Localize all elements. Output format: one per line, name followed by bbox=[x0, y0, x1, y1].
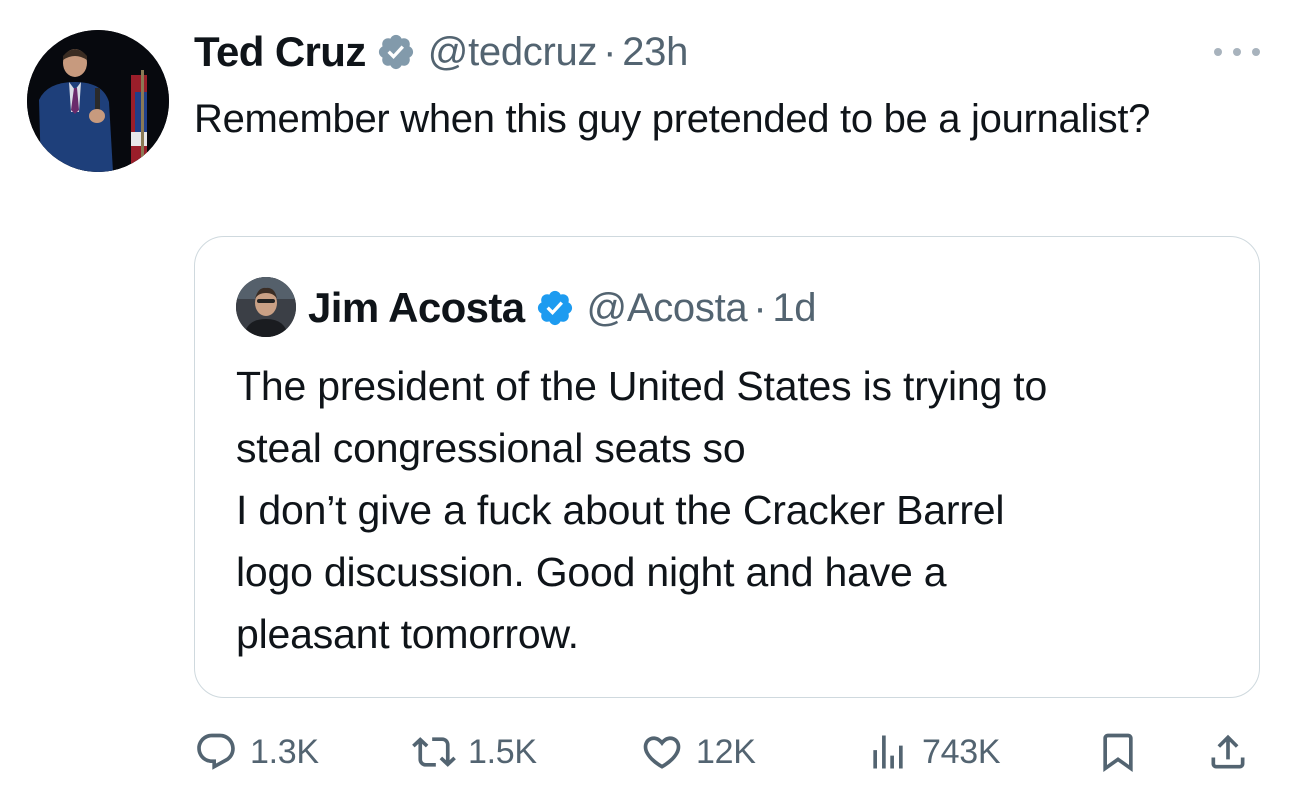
quoted-text-line: logo discussion. Good night and have a bbox=[236, 549, 947, 595]
more-dot bbox=[1233, 48, 1241, 56]
reply-button[interactable]: 1.3K bbox=[194, 722, 319, 782]
like-count: 12K bbox=[696, 732, 756, 771]
like-button[interactable]: 12K bbox=[640, 722, 756, 782]
tweet-header: Ted Cruz @tedcruz · 23h bbox=[194, 26, 688, 78]
quoted-text-line: steal congressional seats so bbox=[236, 425, 746, 471]
separator-dot: · bbox=[603, 29, 617, 74]
repost-arrows-icon bbox=[412, 730, 456, 774]
author-name[interactable]: Ted Cruz bbox=[194, 28, 366, 76]
avatar-jim-acosta[interactable] bbox=[236, 277, 296, 337]
share-button[interactable] bbox=[1206, 722, 1250, 782]
share-upload-icon bbox=[1206, 730, 1250, 774]
avatar-photo bbox=[27, 30, 169, 172]
verified-badge-blue-icon[interactable] bbox=[535, 288, 575, 328]
views-count: 743K bbox=[922, 732, 1001, 771]
repost-button[interactable]: 1.5K bbox=[412, 722, 537, 782]
quoted-tweet-card[interactable]: Jim Acosta @Acosta · 1d The president of… bbox=[194, 236, 1260, 698]
author-handle[interactable]: @tedcruz bbox=[428, 30, 598, 75]
quoted-tweet-timestamp[interactable]: 1d bbox=[772, 286, 816, 331]
reply-bubble-icon bbox=[194, 730, 238, 774]
avatar-photo bbox=[236, 277, 296, 337]
quoted-author-handle[interactable]: @Acosta bbox=[587, 286, 748, 331]
avatar-ted-cruz[interactable] bbox=[27, 30, 169, 172]
heart-icon bbox=[640, 730, 684, 774]
tweet-timestamp[interactable]: 23h bbox=[622, 30, 688, 75]
quoted-text-line: The president of the United States is tr… bbox=[236, 363, 1048, 409]
quoted-text-line: pleasant tomorrow. bbox=[236, 611, 579, 657]
bookmark-button[interactable] bbox=[1096, 722, 1140, 782]
bar-chart-icon bbox=[866, 730, 910, 774]
bookmark-icon bbox=[1096, 730, 1140, 774]
quoted-tweet-text: The president of the United States is tr… bbox=[236, 355, 1236, 665]
reply-count: 1.3K bbox=[250, 732, 319, 771]
quoted-author-name[interactable]: Jim Acosta bbox=[308, 284, 525, 332]
tweet-text: Remember when this guy pretended to be a… bbox=[194, 97, 1151, 141]
quoted-text-line: I don’t give a fuck about the Cracker Ba… bbox=[236, 487, 1005, 533]
more-dot bbox=[1214, 48, 1222, 56]
verified-badge-gray-icon[interactable] bbox=[376, 32, 416, 72]
more-horizontal-icon[interactable] bbox=[1214, 40, 1260, 64]
tweet-action-bar: 1.3K 1.5K 12K 743K bbox=[194, 722, 1264, 782]
more-dot bbox=[1252, 48, 1260, 56]
views-button[interactable]: 743K bbox=[866, 722, 1001, 782]
repost-count: 1.5K bbox=[468, 732, 537, 771]
separator-dot: · bbox=[753, 285, 767, 330]
quoted-tweet-header: Jim Acosta @Acosta · 1d bbox=[308, 281, 817, 335]
